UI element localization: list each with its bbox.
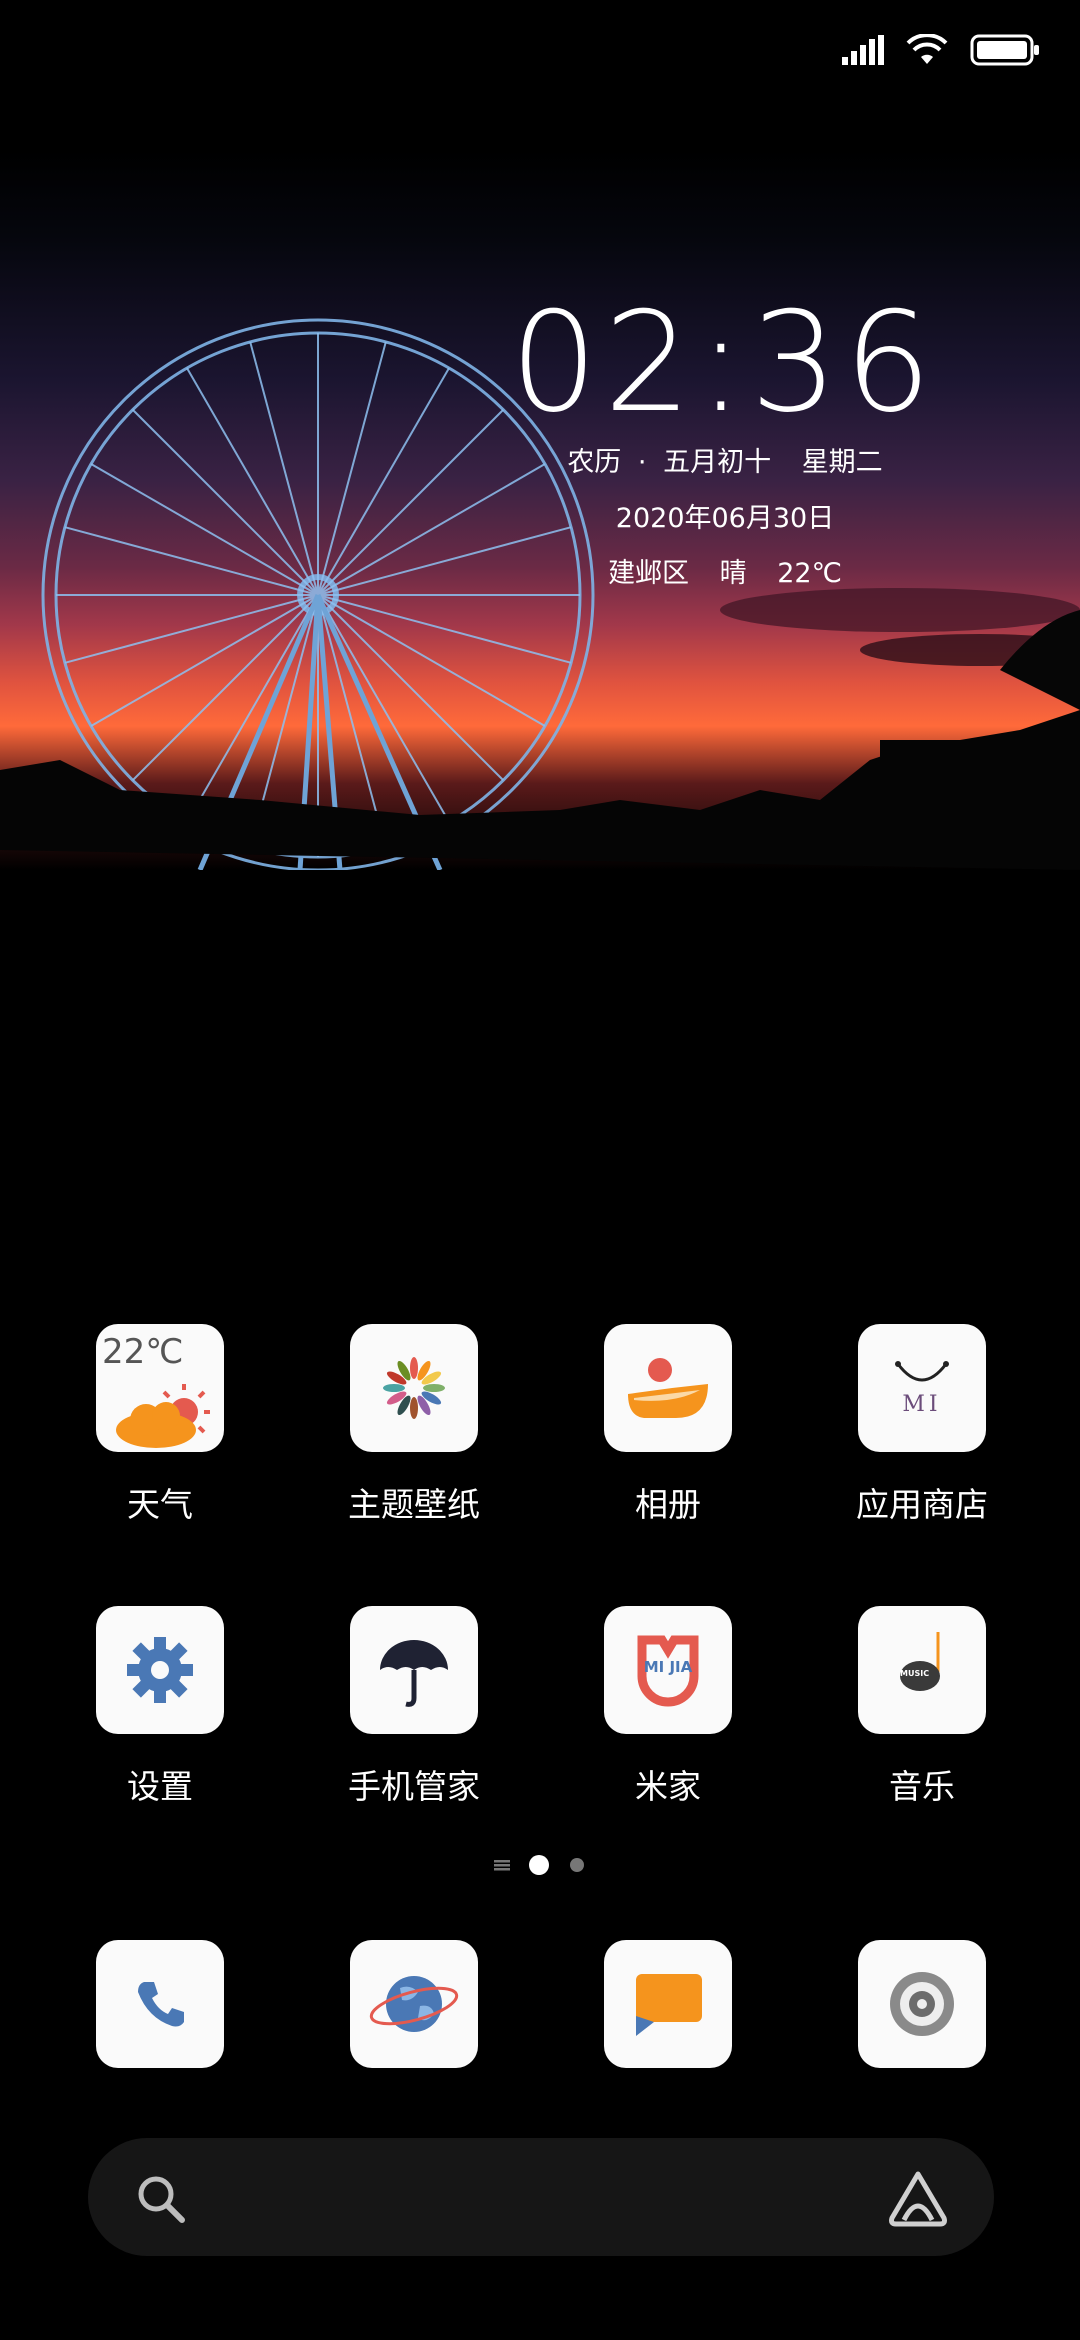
mijia-icon: MI JIA bbox=[604, 1606, 732, 1734]
cellular-signal-icon bbox=[842, 35, 884, 65]
dock-browser[interactable] bbox=[314, 1940, 514, 2068]
dock-messages[interactable] bbox=[568, 1940, 768, 2068]
page-indicator[interactable] bbox=[0, 1854, 1080, 1876]
umbrella-icon bbox=[350, 1606, 478, 1734]
lunar-separator: · bbox=[637, 447, 647, 478]
gear-icon bbox=[96, 1606, 224, 1734]
app-store[interactable]: MI 应用商店 bbox=[822, 1324, 1022, 1526]
dock-camera[interactable] bbox=[822, 1940, 1022, 2068]
wifi-icon bbox=[906, 34, 948, 64]
app-label: 米家 bbox=[635, 1767, 701, 1806]
lunar-date: 五月初十 bbox=[663, 447, 772, 478]
app-mijia[interactable]: MI JIA 米家 bbox=[568, 1606, 768, 1808]
search-bar[interactable] bbox=[88, 2138, 994, 2256]
page-dot[interactable] bbox=[570, 1858, 584, 1872]
app-store-icon: MI bbox=[858, 1324, 986, 1452]
browser-globe-icon bbox=[350, 1940, 478, 2068]
themes-icon bbox=[350, 1324, 478, 1452]
app-label: 音乐 bbox=[889, 1767, 955, 1806]
lunar-calendar-label: 农历 bbox=[567, 447, 622, 478]
app-security[interactable]: 手机管家 bbox=[314, 1606, 514, 1808]
lunar-date-line: 农历 · 五月初十 星期二 bbox=[540, 440, 910, 479]
app-settings[interactable]: 设置 bbox=[60, 1606, 260, 1808]
app-label: 设置 bbox=[127, 1767, 193, 1806]
app-drawer-indicator[interactable] bbox=[494, 1860, 510, 1871]
camera-icon bbox=[858, 1940, 986, 2068]
clock-time[interactable]: 02:36 bbox=[510, 288, 932, 438]
gregorian-date: 2020年06月30日 bbox=[615, 503, 835, 534]
phone-icon bbox=[96, 1940, 224, 2068]
app-label: 应用商店 bbox=[856, 1485, 988, 1524]
weather-location: 建邺区 bbox=[608, 558, 690, 589]
music-icon: MUSIC bbox=[858, 1606, 986, 1734]
weather-summary[interactable]: 建邺区 晴 22℃ bbox=[540, 551, 910, 590]
dock-phone[interactable] bbox=[60, 1940, 260, 2068]
app-label: 手机管家 bbox=[348, 1767, 480, 1806]
messages-icon bbox=[604, 1940, 732, 2068]
app-label: 天气 bbox=[127, 1485, 193, 1524]
gallery-icon bbox=[604, 1324, 732, 1452]
app-themes[interactable]: 主题壁纸 bbox=[314, 1324, 514, 1526]
app-gallery[interactable]: 相册 bbox=[568, 1324, 768, 1526]
app-label: 相册 bbox=[635, 1485, 701, 1524]
weather-condition: 晴 bbox=[719, 558, 747, 589]
search-icon[interactable] bbox=[136, 2174, 186, 2224]
app-music[interactable]: MUSIC 音乐 bbox=[822, 1606, 1022, 1808]
weather-icon: 22℃ bbox=[96, 1324, 224, 1452]
battery-full-icon bbox=[970, 34, 1039, 66]
app-label: 主题壁纸 bbox=[348, 1485, 480, 1524]
app-weather[interactable]: 22℃ 天气 bbox=[60, 1324, 260, 1526]
weather-temperature: 22℃ bbox=[777, 558, 842, 589]
page-dot-active[interactable] bbox=[529, 1855, 549, 1875]
assistant-icon[interactable] bbox=[886, 2170, 950, 2228]
status-bar bbox=[842, 20, 1040, 80]
weekday: 星期二 bbox=[801, 447, 883, 478]
